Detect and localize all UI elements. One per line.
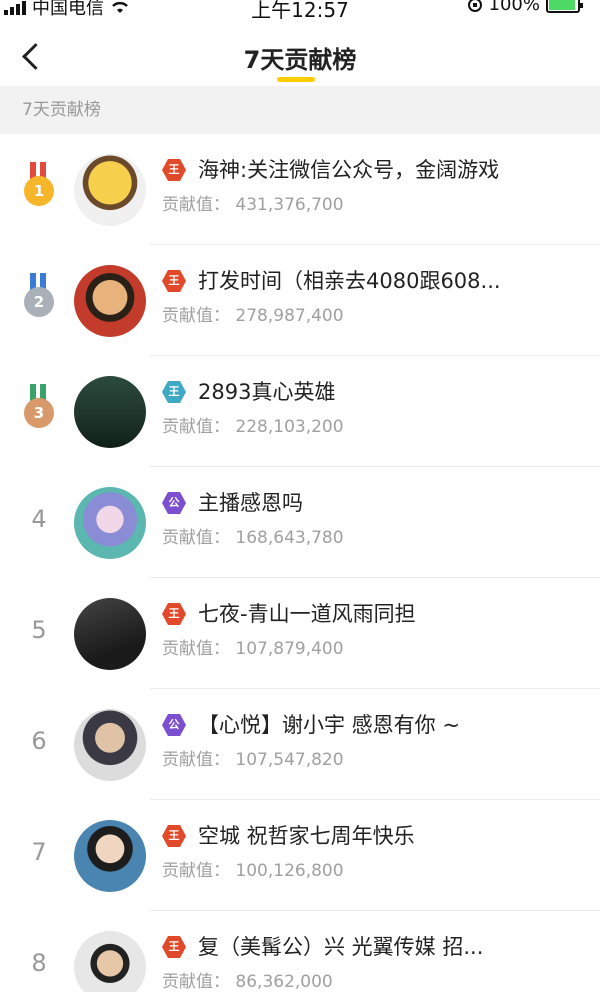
- contribution-number: 107,879,400: [235, 639, 344, 659]
- user-name: 复（美髯公）兴 光翼传媒 招...: [198, 935, 484, 959]
- status-bar: 中国电信 上午12:57 100%: [0, 0, 600, 20]
- medal-rank: 1: [24, 176, 54, 206]
- rank-row[interactable]: 2 王打发时间（相亲去4080跟608... 贡献值： 278,987,400: [0, 245, 600, 356]
- mermaid-avatar[interactable]: [74, 487, 146, 559]
- contribution-number: 168,643,780: [235, 528, 344, 548]
- rank-row[interactable]: 4 公主播感恩吗贡献值： 168,643,780: [0, 467, 600, 578]
- person-avatar[interactable]: [74, 931, 146, 992]
- contribution-label: 贡献值：: [162, 639, 230, 659]
- person-avatar[interactable]: [74, 820, 146, 892]
- level-badge-icon: 王: [162, 935, 186, 959]
- rank-row[interactable]: 1 王海神:关注微信公众号，金阔游戏贡献值： 431,376,700: [0, 134, 600, 245]
- contribution-label: 贡献值：: [162, 861, 230, 881]
- rank-row[interactable]: 3 王 2893真心英雄贡献值： 228,103,200: [0, 356, 600, 467]
- user-name: 2893真心英雄: [198, 380, 336, 404]
- user-name: 主播感恩吗: [198, 491, 303, 515]
- user-name: 打发时间（相亲去4080跟608...: [198, 269, 501, 293]
- page-title: 7天贡献榜: [243, 46, 357, 74]
- contribution-number: 100,126,800: [235, 861, 344, 881]
- poster-avatar[interactable]: [74, 376, 146, 448]
- user-name: 七夜-青山一道风雨同担: [198, 602, 416, 626]
- rank-row[interactable]: 5 王七夜-青山一道风雨同担贡献值： 107,879,400: [0, 578, 600, 689]
- level-badge-icon: 王: [162, 269, 186, 293]
- battery-percent: 100%: [488, 0, 540, 15]
- rank-row[interactable]: 7 王空城 祝哲家七周年快乐贡献值： 100,126,800: [0, 800, 600, 911]
- person-avatar[interactable]: [74, 709, 146, 781]
- medal-rank: 2: [24, 287, 54, 317]
- rank-number: 5: [31, 616, 47, 644]
- orientation-lock-icon: [467, 0, 482, 12]
- silver-medal-icon: 2: [22, 273, 54, 323]
- person-avatar[interactable]: [74, 598, 146, 670]
- level-badge-icon: 王: [162, 380, 186, 404]
- title-underline: [277, 77, 315, 82]
- user-name: 海神:关注微信公众号，金阔游戏: [198, 158, 500, 182]
- contribution-value: 贡献值： 86,362,000: [162, 967, 333, 992]
- rank-number: 4: [31, 505, 47, 533]
- contribution-value: 贡献值： 278,987,400: [162, 301, 344, 326]
- nav-bar: 7天贡献榜: [0, 20, 600, 86]
- bronze-medal-icon: 3: [22, 384, 54, 434]
- contribution-value: 贡献值： 100,126,800: [162, 856, 344, 881]
- rank-number: 8: [31, 949, 47, 977]
- user-name: 【心悦】谢小宇 感恩有你 ~: [198, 713, 460, 737]
- anime-avatar[interactable]: [74, 265, 146, 337]
- section-header: 7天贡献榜: [0, 86, 600, 134]
- contribution-number: 107,547,820: [235, 750, 344, 770]
- contribution-value: 贡献值： 431,376,700: [162, 190, 344, 215]
- contribution-number: 228,103,200: [235, 417, 344, 437]
- contribution-label: 贡献值：: [162, 417, 230, 437]
- contribution-number: 431,376,700: [235, 195, 344, 215]
- ranking-list: 1 王海神:关注微信公众号，金阔游戏 贡献值： 431,376,700 2 王打发时间（…: [0, 134, 600, 992]
- contribution-value: 贡献值： 228,103,200: [162, 412, 344, 437]
- contribution-label: 贡献值：: [162, 528, 230, 548]
- contribution-value: 贡献值： 107,547,820: [162, 745, 344, 770]
- rank-number: 6: [31, 727, 47, 755]
- contribution-number: 86,362,000: [235, 972, 333, 992]
- battery-icon: [546, 0, 583, 13]
- level-badge-icon: 公: [162, 491, 186, 515]
- status-right: 100%: [467, 0, 583, 15]
- level-badge-icon: 王: [162, 158, 186, 182]
- contribution-value: 贡献值： 168,643,780: [162, 523, 344, 548]
- rank-row[interactable]: 8 王复（美髯公）兴 光翼传媒 招... 贡献值： 86,362,000: [0, 911, 600, 992]
- rank-row[interactable]: 6 公【心悦】谢小宇 感恩有你 ~ 贡献值： 107,547,820: [0, 689, 600, 800]
- contribution-value: 贡献值： 107,879,400: [162, 634, 344, 659]
- gold-medal-icon: 1: [22, 162, 54, 212]
- rank-number: 7: [31, 838, 47, 866]
- contribution-label: 贡献值：: [162, 195, 230, 215]
- raccoon-avatar[interactable]: [74, 154, 146, 226]
- level-badge-icon: 公: [162, 713, 186, 737]
- contribution-label: 贡献值：: [162, 306, 230, 326]
- contribution-label: 贡献值：: [162, 750, 230, 770]
- medal-rank: 3: [24, 398, 54, 428]
- level-badge-icon: 王: [162, 602, 186, 626]
- user-name: 空城 祝哲家七周年快乐: [198, 824, 415, 848]
- contribution-number: 278,987,400: [235, 306, 344, 326]
- contribution-label: 贡献值：: [162, 972, 230, 992]
- level-badge-icon: 王: [162, 824, 186, 848]
